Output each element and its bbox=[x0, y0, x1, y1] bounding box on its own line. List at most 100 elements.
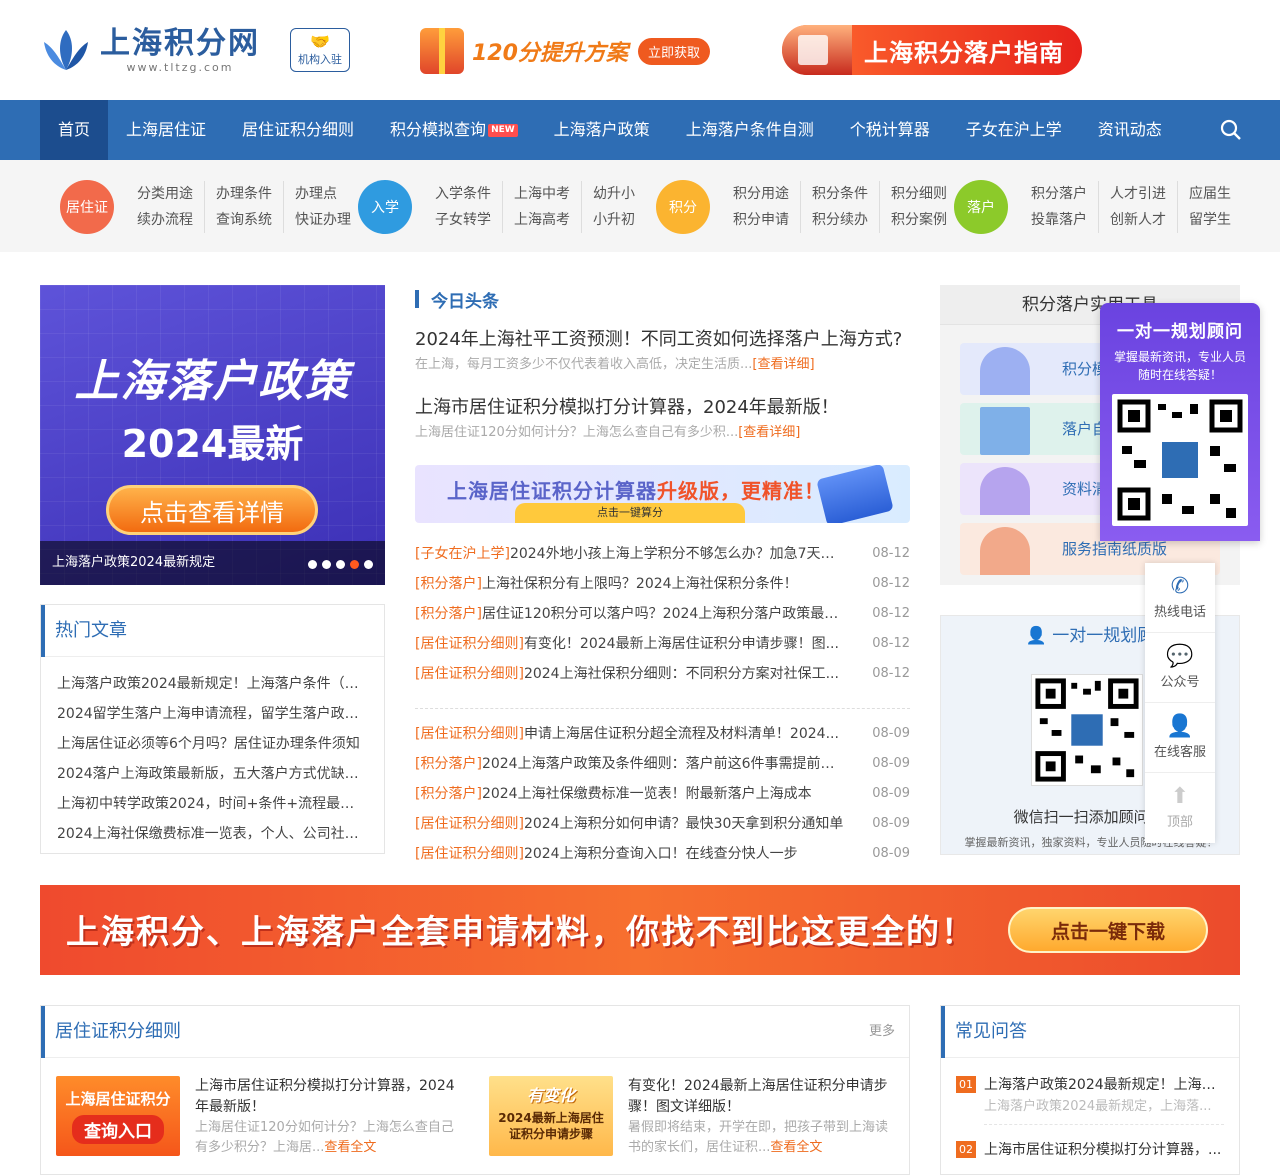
hotline-button[interactable]: ✆ 热线电话 bbox=[1145, 563, 1215, 633]
category-badge[interactable]: 入学 bbox=[358, 180, 412, 234]
view-detail-link[interactable]: [查看详细] bbox=[752, 357, 814, 372]
faq-question[interactable]: 上海市居住证积分模拟打分计算器，... bbox=[984, 1139, 1224, 1161]
category-link[interactable]: 积分续办 bbox=[801, 207, 880, 233]
category-link[interactable]: 人才引进 bbox=[1099, 181, 1178, 207]
rule-article[interactable]: 上海居住证积分 查询入口 上海市居住证积分模拟打分计算器，2024年最新版！ 上… bbox=[41, 1076, 461, 1166]
planner-popup[interactable]: 一对一规划顾问 掌握最新资讯，专业人员随时在线答疑！ bbox=[1100, 303, 1260, 541]
category-link[interactable]: 办理点 bbox=[284, 181, 362, 207]
read-more-link[interactable]: 查看全文 bbox=[770, 1140, 822, 1155]
org-join-button[interactable]: 🤝 机构入驻 bbox=[290, 28, 350, 72]
article-thumbnail[interactable]: 上海居住证积分 查询入口 bbox=[56, 1076, 180, 1156]
news-item[interactable]: [居住证积分细则]2024上海社保积分细则：不同积分方案对社保工... 08-12 bbox=[415, 659, 910, 689]
category-link[interactable]: 小升初 bbox=[582, 207, 646, 233]
category-link[interactable]: 幼升小 bbox=[582, 181, 646, 207]
news-item[interactable]: [居住证积分细则]2024上海积分如何申请？最快30天拿到积分通知单 08-09 bbox=[415, 809, 910, 839]
online-service-button[interactable]: 👤 在线客服 bbox=[1145, 703, 1215, 773]
hot-article-link[interactable]: 上海居住证必须等6个月吗？居住证办理条件须知 bbox=[57, 729, 368, 759]
nav-item-home[interactable]: 首页 bbox=[40, 100, 109, 160]
category-link[interactable]: 上海中考 bbox=[503, 181, 582, 207]
calculator-banner[interactable]: 上海居住证积分计算器升级版，更精准！ 点击一键算分 bbox=[415, 465, 910, 523]
news-title[interactable]: 2024上海社保积分细则：不同积分方案对社保工... bbox=[524, 666, 839, 682]
news-item[interactable]: [积分落户]上海社保积分有上限吗？2024上海社保积分条件！ 08-12 bbox=[415, 569, 910, 599]
news-item[interactable]: [居住证积分细则]有变化！2024最新上海居住证积分申请步骤！图... 08-12 bbox=[415, 629, 910, 659]
news-title[interactable]: 上海社保积分有上限吗？2024上海社保积分条件！ bbox=[482, 576, 798, 592]
nav-item-score-simulator[interactable]: 积分模拟查询 NEW bbox=[372, 100, 536, 160]
category-link[interactable]: 投靠落户 bbox=[1020, 207, 1099, 233]
news-title[interactable]: 2024外地小孩上海上学积分不够怎么办？加急7天可... bbox=[510, 546, 845, 562]
score-plan-promo[interactable]: 120分提升方案 立即获取 bbox=[420, 26, 720, 76]
category-link[interactable]: 留学生 bbox=[1178, 207, 1242, 233]
materials-banner[interactable]: 上海积分、上海落户全套申请材料，你找不到比这更全的！ 点击一键下载 bbox=[40, 885, 1240, 975]
news-category[interactable]: [居住证积分细则] bbox=[415, 666, 524, 682]
category-link[interactable]: 上海高考 bbox=[503, 207, 582, 233]
hot-article-link[interactable]: 2024落户上海政策最新版，五大落户方式优缺点… bbox=[57, 759, 368, 789]
news-category[interactable]: [居住证积分细则] bbox=[415, 636, 524, 652]
nav-item-settle-selftest[interactable]: 上海落户条件自测 bbox=[668, 100, 832, 160]
category-link[interactable]: 入学条件 bbox=[424, 181, 503, 207]
wechat-account-button[interactable]: 💬 公众号 bbox=[1145, 633, 1215, 703]
site-logo[interactable]: 上海积分网 www.tltzg.com bbox=[40, 26, 260, 74]
nav-item-children-school[interactable]: 子女在沪上学 bbox=[948, 100, 1080, 160]
category-link[interactable]: 积分案例 bbox=[880, 207, 958, 233]
news-item[interactable]: [积分落户]2024上海社保缴费标准一览表！附最新落户上海成本 08-09 bbox=[415, 779, 910, 809]
news-item[interactable]: [积分落户]居住证120积分可以落户吗？2024上海积分落户政策最新！ 08-12 bbox=[415, 599, 910, 629]
category-link[interactable]: 续办流程 bbox=[126, 207, 205, 233]
news-category[interactable]: [子女在沪上学] bbox=[415, 546, 510, 562]
category-badge[interactable]: 落户 bbox=[954, 180, 1008, 234]
nav-item-score-rules[interactable]: 居住证积分细则 bbox=[224, 100, 372, 160]
promo1-get-button[interactable]: 立即获取 bbox=[637, 37, 710, 65]
news-category[interactable]: [居住证积分细则] bbox=[415, 816, 524, 832]
news-category[interactable]: [积分落户] bbox=[415, 756, 482, 772]
news-category[interactable]: [居住证积分细则] bbox=[415, 846, 524, 862]
faq-question[interactable]: 上海落户政策2024最新规定！上海落户条件... bbox=[984, 1074, 1224, 1096]
news-item[interactable]: [子女在沪上学]2024外地小孩上海上学积分不够怎么办？加急7天可... 08-1… bbox=[415, 539, 910, 569]
faq-item[interactable]: 01 上海落户政策2024最新规定！上海落户条件... 上海落户政策2024最新… bbox=[956, 1074, 1224, 1125]
policy-banner[interactable]: 上海落户政策 2024最新 点击查看详情 上海落户政策2024最新规定 bbox=[40, 285, 385, 585]
category-link[interactable]: 快证办理 bbox=[284, 207, 362, 233]
view-detail-link[interactable]: [查看详细] bbox=[738, 425, 800, 440]
download-button[interactable]: 点击一键下载 bbox=[1008, 907, 1208, 953]
hot-article-link[interactable]: 上海初中转学政策2024，时间+条件+流程最全讲… bbox=[57, 789, 368, 819]
nav-item-settle-policy[interactable]: 上海落户政策 bbox=[536, 100, 668, 160]
nav-item-news[interactable]: 资讯动态 bbox=[1080, 100, 1180, 160]
hot-article-link[interactable]: 2024上海社保缴费标准一览表，个人、公司社保… bbox=[57, 819, 368, 849]
headline-title[interactable]: 上海市居住证积分模拟打分计算器，2024年最新版！ bbox=[415, 393, 910, 423]
category-link[interactable]: 积分细则 bbox=[880, 181, 958, 207]
carousel-dot[interactable] bbox=[364, 560, 373, 569]
category-badge[interactable]: 积分 bbox=[656, 180, 710, 234]
hot-article-link[interactable]: 上海落户政策2024最新规定！上海落户条件（史… bbox=[57, 669, 368, 699]
category-link[interactable]: 积分条件 bbox=[801, 181, 880, 207]
calc-banner-button[interactable]: 点击一键算分 bbox=[515, 503, 745, 523]
carousel-dot[interactable] bbox=[308, 560, 317, 569]
article-thumbnail[interactable]: 有变化 2024最新上海居住证积分申请步骤 bbox=[489, 1076, 613, 1156]
news-item[interactable]: [积分落户]2024上海落户政策及条件细则：落户前这6件事需提前准... 08-0… bbox=[415, 749, 910, 779]
faq-item[interactable]: 02 上海市居住证积分模拟打分计算器，... bbox=[956, 1139, 1224, 1161]
news-title[interactable]: 2024上海社保缴费标准一览表！附最新落户上海成本 bbox=[482, 786, 812, 802]
category-link[interactable]: 应届生 bbox=[1178, 181, 1242, 207]
news-title[interactable]: 申请上海居住证积分超全流程及材料清单！2024... bbox=[524, 726, 839, 742]
category-link[interactable]: 积分落户 bbox=[1020, 181, 1099, 207]
banner-detail-button[interactable]: 点击查看详情 bbox=[106, 485, 318, 535]
back-to-top-button[interactable]: ⬆ 顶部 bbox=[1145, 773, 1215, 843]
carousel-dot[interactable] bbox=[322, 560, 331, 569]
news-title[interactable]: 有变化！2024最新上海居住证积分申请步骤！图... bbox=[524, 636, 839, 652]
headline-title[interactable]: 2024年上海社平工资预测！不同工资如何选择落户上海方式? bbox=[415, 325, 910, 355]
article-title[interactable]: 上海市居住证积分模拟打分计算器，2024年最新版！ bbox=[195, 1076, 455, 1118]
news-item[interactable]: [居住证积分细则]申请上海居住证积分超全流程及材料清单！2024... 08-09 bbox=[415, 719, 910, 749]
article-title[interactable]: 有变化！2024最新上海居住证积分申请步骤！图文详细版！ bbox=[628, 1076, 888, 1118]
read-more-link[interactable]: 查看全文 bbox=[324, 1140, 376, 1155]
search-icon[interactable] bbox=[1219, 118, 1243, 142]
news-title[interactable]: 居住证120积分可以落户吗？2024上海积分落户政策最新！ bbox=[482, 606, 845, 622]
news-title[interactable]: 2024上海积分查询入口！在线查分快人一步 bbox=[524, 846, 798, 862]
carousel-dot-active[interactable] bbox=[350, 560, 359, 569]
news-category[interactable]: [积分落户] bbox=[415, 786, 482, 802]
nav-item-tax-calculator[interactable]: 个税计算器 bbox=[832, 100, 948, 160]
news-title[interactable]: 2024上海积分如何申请？最快30天拿到积分通知单 bbox=[524, 816, 843, 832]
category-link[interactable]: 创新人才 bbox=[1099, 207, 1178, 233]
settle-guide-promo[interactable]: 上海积分落户指南 bbox=[782, 25, 1082, 75]
category-link[interactable]: 子女转学 bbox=[424, 207, 503, 233]
more-link[interactable]: 更多 bbox=[869, 1006, 895, 1058]
category-link[interactable]: 积分用途 bbox=[722, 181, 801, 207]
carousel-dot[interactable] bbox=[336, 560, 345, 569]
category-link[interactable]: 积分申请 bbox=[722, 207, 801, 233]
